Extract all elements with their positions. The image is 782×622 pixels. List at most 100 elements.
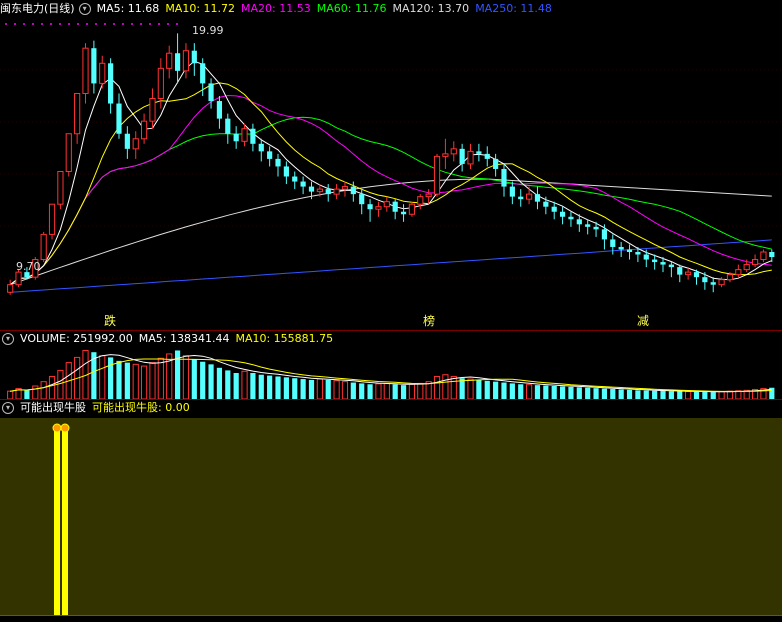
candle-body	[459, 148, 465, 164]
candle-body	[518, 196, 524, 200]
ma60-label: MA60: 11.76	[316, 2, 387, 15]
candle-body	[57, 170, 64, 205]
candle-body	[735, 269, 742, 276]
stock-chart-window: { "colors": { "ma5": "#ffffff", "ma10": …	[0, 0, 782, 622]
volume-bar	[702, 391, 708, 399]
candle-body	[652, 259, 658, 263]
candle-body	[751, 259, 759, 266]
volume-bar	[509, 383, 515, 399]
volume-panel-header: ▾ VOLUME: 251992.00 MA5: 138341.44 MA10: 15…	[0, 331, 339, 347]
candle-body	[551, 206, 557, 212]
volume-bar	[576, 387, 582, 399]
volume-bar	[526, 384, 533, 399]
candle-body	[702, 277, 708, 283]
ma120-line	[10, 178, 772, 286]
candle-body	[408, 203, 416, 215]
candle-body	[610, 239, 616, 247]
candle-body	[275, 158, 281, 167]
candle-body	[225, 118, 231, 134]
candle-body	[484, 153, 490, 159]
signal-dot	[59, 23, 61, 25]
candle-body	[534, 194, 541, 202]
signal-marker	[60, 423, 70, 433]
volume-bar	[116, 360, 122, 399]
candle-body	[191, 50, 197, 64]
volume-ma5-line	[10, 354, 772, 393]
signal-dot	[41, 23, 43, 25]
volume-bar	[652, 390, 658, 399]
signal-bar	[62, 428, 68, 615]
signal-dot	[176, 23, 178, 25]
volume-bar	[216, 367, 223, 399]
candle-body	[668, 264, 674, 268]
volume-bar	[534, 385, 541, 399]
volume-bar	[685, 391, 692, 399]
candle-body	[643, 254, 649, 260]
volume-bar	[32, 385, 39, 399]
volume-bar	[350, 382, 356, 399]
candle-body	[99, 62, 106, 84]
volume-bar	[341, 381, 349, 399]
candle-body	[74, 92, 81, 135]
volume-bar	[543, 385, 549, 399]
low-price-label: 9.70	[16, 260, 41, 273]
volume-bar	[124, 362, 130, 399]
ma5-label: MA5: 11.68	[96, 2, 160, 15]
candle-body	[618, 246, 624, 250]
signal-dot	[23, 23, 25, 25]
volume-bar	[551, 386, 557, 399]
chevron-down-icon[interactable]: ▾	[2, 402, 14, 414]
volume-bar	[601, 388, 608, 399]
chevron-down-icon[interactable]: ▾	[2, 333, 14, 345]
signal-chart	[0, 418, 782, 615]
signal-dot	[14, 23, 16, 25]
volume-bar	[283, 377, 289, 399]
candle-body	[333, 188, 340, 195]
volume-bar	[308, 379, 315, 399]
volume-bar	[408, 383, 416, 399]
candle-body	[543, 201, 549, 207]
chevron-down-icon[interactable]: ▾	[78, 3, 91, 15]
signal-dot	[86, 23, 88, 25]
volume-bar	[149, 362, 156, 399]
ma60-line	[9, 116, 772, 286]
volume-bar	[392, 384, 398, 399]
candle-body	[450, 148, 457, 155]
candle-body	[760, 251, 767, 261]
signal-dot	[113, 23, 115, 25]
candle-body	[626, 249, 633, 252]
volume-bar	[618, 389, 624, 399]
candle-body	[743, 264, 750, 271]
candle-body	[467, 150, 474, 165]
signal-dot	[131, 23, 133, 25]
candle-body	[509, 186, 515, 197]
volume-bar	[292, 378, 298, 399]
candle-body	[425, 193, 432, 198]
candle-body	[116, 103, 122, 134]
candle-body	[166, 52, 173, 69]
volume-bar	[325, 379, 331, 399]
price-chart	[0, 23, 782, 330]
volume-bar	[668, 391, 674, 399]
volume-bar	[677, 391, 683, 399]
candle-body	[367, 204, 373, 210]
volume-bar	[300, 379, 306, 399]
event-marker-1: 跌	[104, 314, 117, 328]
candle-body	[383, 201, 390, 208]
candle-body	[526, 193, 533, 200]
volume-bar	[57, 369, 64, 399]
volume-bar	[450, 375, 457, 399]
volume-ma10-label: MA10: 155881.75	[235, 332, 334, 345]
candle-body	[392, 201, 398, 212]
candle-body	[769, 252, 775, 258]
candle-body	[685, 271, 692, 276]
stock-title: 闽东电力(日线)	[0, 2, 75, 15]
candle-body	[174, 53, 181, 71]
candle-body	[601, 229, 608, 240]
candle-body	[693, 272, 700, 278]
candle-body	[124, 133, 130, 149]
volume-bar	[200, 361, 206, 399]
volume-bar	[417, 382, 424, 399]
volume-bar	[157, 357, 164, 399]
volume-bar	[48, 375, 56, 399]
